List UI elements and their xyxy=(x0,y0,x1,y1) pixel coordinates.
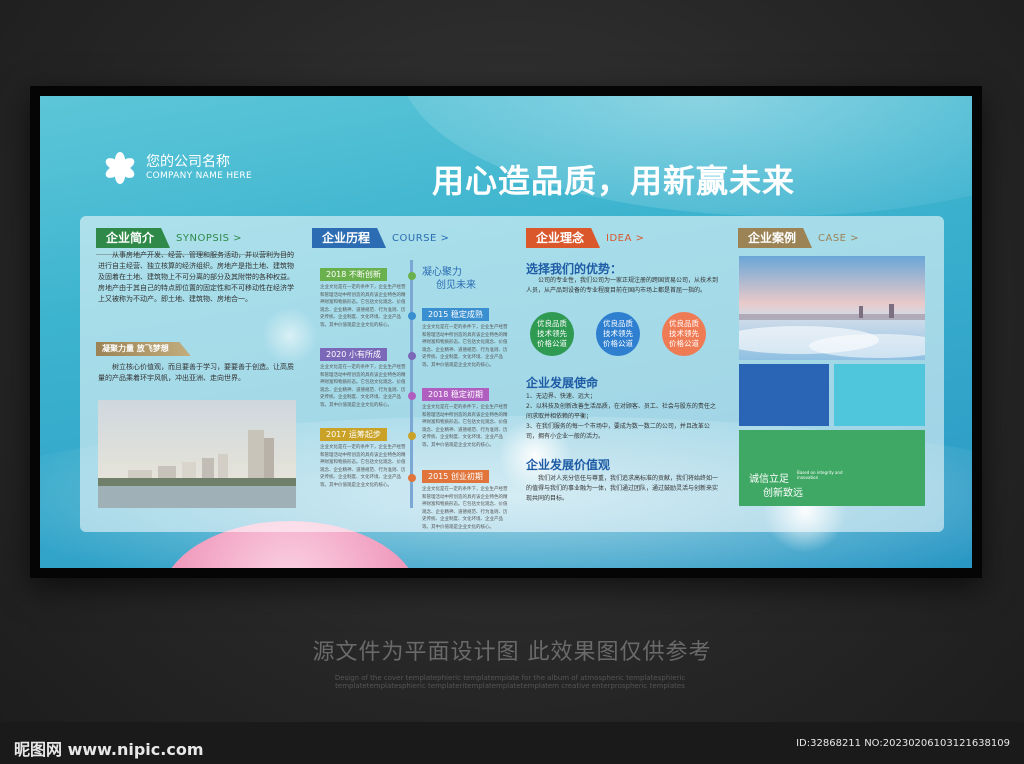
timeline-year-label: 2015 稳定成熟 xyxy=(422,308,489,321)
course-tag-en: COURSE > xyxy=(392,232,450,244)
course-headline-line: 创见未来 xyxy=(436,280,476,291)
timeline-year-label: 2018 稳定初期 xyxy=(422,388,489,401)
content-panel: 企业简介 SYNOPSIS > 从事房地产开发、经营、管理和服务活动，并以营利为… xyxy=(80,216,944,532)
mission-item: 1、无边界、快速、远大； xyxy=(526,393,596,400)
timeline-event-text: 企业文化是在一定的条件下，企业生产经营和管理活动中所创造的具有该企业特色的精神财… xyxy=(320,365,406,408)
synopsis-sub-tag: 凝聚力量 放飞梦想 xyxy=(96,342,191,356)
city-photo xyxy=(98,400,296,508)
watermark-text: 源文件为平面设计图 此效果图仅供参考 xyxy=(312,640,712,665)
circle-line: 优良品质 xyxy=(603,319,633,328)
advantage-body: 公司的专业性，我们公司为一家正规注册的跨国贸易公司，从技术到人员，从产品到设备的… xyxy=(526,277,719,294)
circle-line: 优良品质 xyxy=(669,319,699,328)
motto-line: 诚信立足 xyxy=(749,474,789,485)
timeline-dot xyxy=(408,272,416,280)
advantage-circle: 优良品质 技术领先 价格公道 xyxy=(662,312,706,356)
synopsis-tag-en: SYNOPSIS > xyxy=(176,232,243,244)
case-column: 企业案例 CASE > 诚信立足 Based on integrity and … xyxy=(738,216,932,532)
circle-line: 价格公道 xyxy=(603,339,633,348)
timeline-dot xyxy=(408,392,416,400)
timeline-year-label: 2018 不断创新 xyxy=(320,268,387,281)
flower-icon xyxy=(102,150,138,186)
course-header: 企业历程 COURSE > xyxy=(312,228,449,248)
mission-item: 2、以科技及创新改善生活品质，在对顾客、员工、社会与股东的责任之间求取并相依赖的… xyxy=(526,403,716,420)
synopsis-body: 从事房地产开发、经营、管理和服务活动，并以营利为目的进行自主经营、独立核算的经济… xyxy=(98,251,294,303)
bridge-photo xyxy=(739,256,925,360)
company-logo: 您的公司名称 COMPANY NAME HERE xyxy=(102,150,252,186)
value-title: 企业发展价值观 xyxy=(526,458,611,472)
circle-line: 技术领先 xyxy=(603,329,633,338)
timeline-year-label: 2020 小有所成 xyxy=(320,348,387,361)
watermark-small-text: Design of the cover templatephieric temp… xyxy=(334,674,686,690)
advantage-title: 选择我们的优势： xyxy=(526,262,623,276)
timeline-event-text: 企业文化是在一定的条件下，企业生产经营和管理活动中所创造的具有该企业特色的精神财… xyxy=(422,325,508,368)
mission-list: 1、无边界、快速、远大； 2、以科技及创新改善生活品质，在对顾客、员工、社会与股… xyxy=(526,392,718,442)
image-id: ID:32868211 NO:20230206103121638109 xyxy=(796,738,1010,749)
synopsis-column: 企业简介 SYNOPSIS > 从事房地产开发、经营、管理和服务活动，并以营利为… xyxy=(96,216,296,532)
display-board: 您的公司名称 COMPANY NAME HERE 用心造品质，用新赢未来 企业简… xyxy=(40,96,972,568)
case-motto-tile: 诚信立足 Based on integrity and innovation 创… xyxy=(739,430,925,506)
mission-title: 企业发展使命 xyxy=(526,376,599,390)
idea-tag-en: IDEA > xyxy=(606,232,645,244)
advantage-circle: 优良品质 技术领先 价格公道 xyxy=(596,312,640,356)
case-tile xyxy=(834,364,925,426)
company-name: 您的公司名称 xyxy=(146,154,230,170)
site-logo[interactable]: 昵图网 www.nipic.com xyxy=(14,736,204,760)
case-tile xyxy=(739,364,829,426)
value-body: 我们对人充分信任与尊重，我们追求高标准的贡献，我们将始终如一的值得与我们的事业融… xyxy=(526,475,719,502)
circle-line: 价格公道 xyxy=(669,339,699,348)
course-headline-line: 凝心聚力 xyxy=(422,267,462,278)
idea-header: 企业理念 IDEA > xyxy=(526,228,644,248)
timeline-event-text: 企业文化是在一定的条件下，企业生产经营和管理活动中所创造的具有该企业特色的精神财… xyxy=(320,445,406,488)
circle-line: 价格公道 xyxy=(537,339,567,348)
course-column: 企业历程 COURSE > 凝心聚力 创见未来 2018 不断创新 企业文化是在… xyxy=(312,216,518,532)
synopsis-tag: 企业简介 xyxy=(96,228,171,248)
idea-column: 企业理念 IDEA > 选择我们的优势： 公司的专业性，我们公司为一家正规注册的… xyxy=(526,216,720,532)
mission-item: 3、在我们服务的每一个市场中，要成为数一数二的公司，并且改革公司，拥有小企业一般… xyxy=(526,423,710,440)
course-headline: 凝心聚力 创见未来 xyxy=(422,266,476,292)
timeline-dot xyxy=(408,312,416,320)
timeline-event-text: 企业文化是在一定的条件下，企业生产经营和管理活动中所创造的具有该企业特色的精神财… xyxy=(422,487,508,530)
timeline-event-text: 企业文化是在一定的条件下，企业生产经营和管理活动中所创造的具有该企业特色的精神财… xyxy=(422,405,508,448)
circle-line: 技术领先 xyxy=(669,329,699,338)
motto-line: 创新致远 xyxy=(763,488,803,499)
slogan: 用心造品质，用新赢未来 xyxy=(432,162,796,200)
timeline-dot xyxy=(408,352,416,360)
timeline-year-label: 2015 创业初期 xyxy=(422,470,489,483)
timeline-line xyxy=(410,260,413,508)
advantage-circle: 优良品质 技术领先 价格公道 xyxy=(530,312,574,356)
motto-en: Based on integrity and innovation xyxy=(797,470,843,480)
timeline-year-label: 2017 运筹起步 xyxy=(320,428,387,441)
timeline-dot xyxy=(408,474,416,482)
idea-tag: 企业理念 xyxy=(526,228,601,248)
course-tag: 企业历程 xyxy=(312,228,387,248)
timeline-event-text: 企业文化是在一定的条件下，企业生产经营和管理活动中所创造的具有该企业特色的精神财… xyxy=(320,285,406,328)
case-tag-en: CASE > xyxy=(818,232,860,244)
case-header: 企业案例 CASE > xyxy=(738,228,859,248)
company-name-en: COMPANY NAME HERE xyxy=(146,171,252,181)
synopsis-sub-body: 树立核心价值观，而且要善于学习，要要善于创造。让高质量的产品乘着环宇风帆，冲出亚… xyxy=(98,363,294,382)
synopsis-header: 企业简介 SYNOPSIS > xyxy=(96,228,242,248)
circle-line: 优良品质 xyxy=(537,319,567,328)
circle-line: 技术领先 xyxy=(537,329,567,338)
case-tag: 企业案例 xyxy=(738,228,813,248)
timeline-dot xyxy=(408,432,416,440)
